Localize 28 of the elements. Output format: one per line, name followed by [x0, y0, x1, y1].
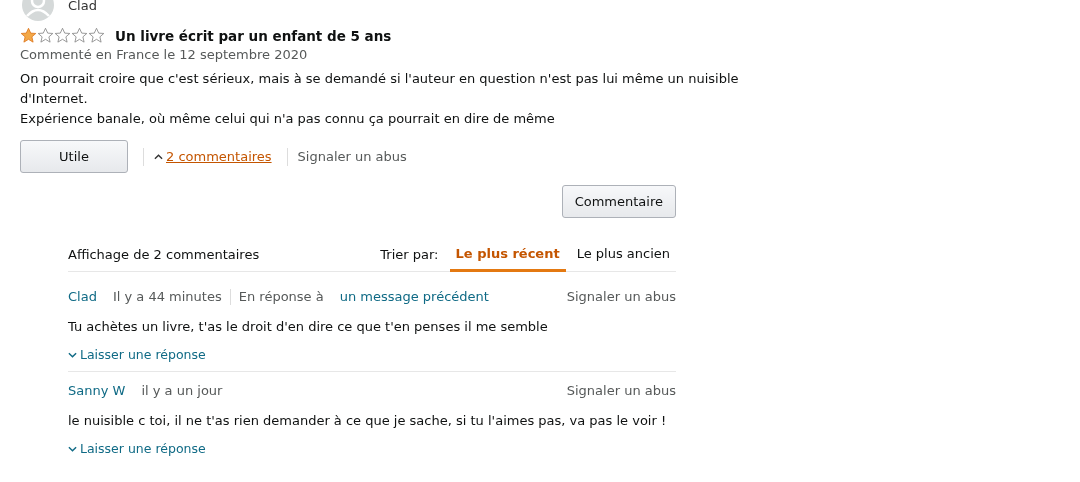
commenter-name[interactable]: Sanny W [68, 382, 126, 400]
previous-message-link[interactable]: un message précédent [339, 288, 489, 306]
comment-text: le nuisible c toi, il ne t'as rien demander à ce que je sache, si tu l'aimes pas, va pas le voir ! [68, 412, 668, 430]
review-date: Commenté en France le 12 septembre 2020 [20, 47, 309, 62]
caret-icon [68, 351, 77, 358]
caret-icon [68, 445, 77, 452]
sort-tab[interactable]: Le plus ancien [570, 237, 676, 272]
reply-link[interactable]: Laisser une réponse [80, 347, 206, 362]
reply-link[interactable]: Laisser une réponse [80, 441, 206, 456]
report-link[interactable]: Signaler un abus [566, 382, 676, 400]
comment-count: Affichage de 2 commentaires [68, 246, 261, 262]
comment-time: il y a un jour [141, 382, 223, 400]
comment-time: Il y a 44 minutes [112, 288, 222, 306]
reply-prefix: En réponse à [238, 288, 324, 306]
comments-link[interactable]: 2 commentaires [166, 149, 272, 164]
report-link[interactable]: Signaler un abus [566, 288, 676, 306]
review-title: Un livre écrit par un enfant de 5 ans [115, 27, 392, 44]
author-name: Clad [68, 0, 97, 13]
review-text: Expérience banale, où même celui qui n'a pas connu ça pourrait en dire de même [20, 110, 556, 128]
report-link[interactable]: Signaler un abus [297, 149, 407, 164]
comment-text: Tu achètes un livre, t'as le droit d'en dire ce que t'en penses il me semble [68, 318, 549, 336]
commenter-name[interactable]: Clad [68, 288, 97, 306]
caret-icon [154, 153, 163, 160]
review-text: On pourrait croire que c'est sérieux, mais à se demandé si l'auteur en question n'est pas lui même un nuisible d'Internet. [20, 70, 740, 108]
sort-label: Trier par: [380, 246, 439, 262]
comment-button[interactable]: Commentaire [561, 185, 676, 218]
sort-tab[interactable]: Le plus récent [449, 237, 566, 272]
helpful-button[interactable]: Utile [20, 140, 128, 173]
